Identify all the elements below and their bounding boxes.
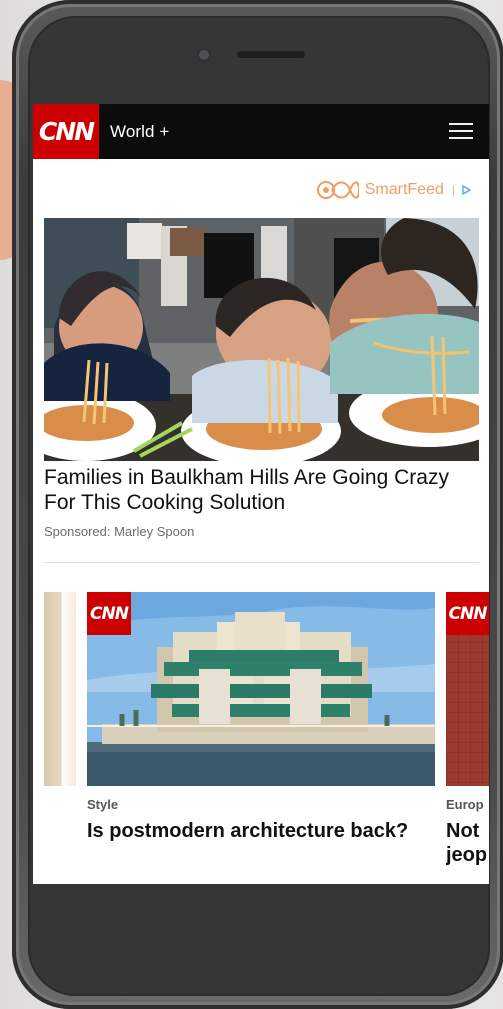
article-card-postmodern-architecture[interactable]: CNN Style Is postmodern architecture bac… — [87, 592, 435, 884]
next-card-cnn-logo: CNN — [446, 592, 489, 635]
menu-icon[interactable] — [449, 122, 473, 140]
smartfeed-label[interactable]: SmartFeed | — [315, 179, 471, 201]
cnn-logo[interactable]: CNN — [33, 104, 99, 159]
architecture-image[interactable]: CNN — [87, 592, 435, 786]
next-carousel-card[interactable]: CNN Europ Not jeop — [446, 592, 489, 884]
menu-line — [449, 130, 473, 132]
top-navigation-bar: CNN World + — [33, 104, 489, 159]
menu-line — [449, 123, 473, 125]
front-camera-icon — [199, 50, 209, 60]
card-cnn-logo: CNN — [87, 592, 131, 635]
menu-line — [449, 137, 473, 139]
previous-carousel-card[interactable] — [44, 592, 76, 786]
adchoices-icon[interactable] — [462, 185, 471, 195]
sponsored-image[interactable] — [44, 218, 479, 461]
section-selector[interactable]: World + — [110, 122, 169, 142]
speaker-grille — [237, 51, 305, 58]
smartfeed-icon — [315, 179, 360, 201]
smartfeed-text: SmartFeed — [364, 181, 444, 198]
phone-screen: CNN World + SmartFeed | Families in Baul… — [33, 104, 489, 884]
section-divider — [44, 562, 479, 563]
next-card-category[interactable]: Europ — [446, 797, 484, 812]
article-category[interactable]: Style — [87, 797, 118, 812]
sponsored-source[interactable]: Sponsored: Marley Spoon — [44, 524, 194, 540]
sponsored-headline[interactable]: Families in Baulkham Hills Are Going Cra… — [44, 465, 474, 515]
article-headline[interactable]: Is postmodern architecture back? — [87, 819, 435, 843]
adchoices-separator: | — [451, 183, 455, 197]
next-card-headline[interactable]: Not jeop — [446, 819, 489, 867]
phone-photo-scene: CNN World + SmartFeed | Families in Baul… — [0, 0, 503, 1009]
